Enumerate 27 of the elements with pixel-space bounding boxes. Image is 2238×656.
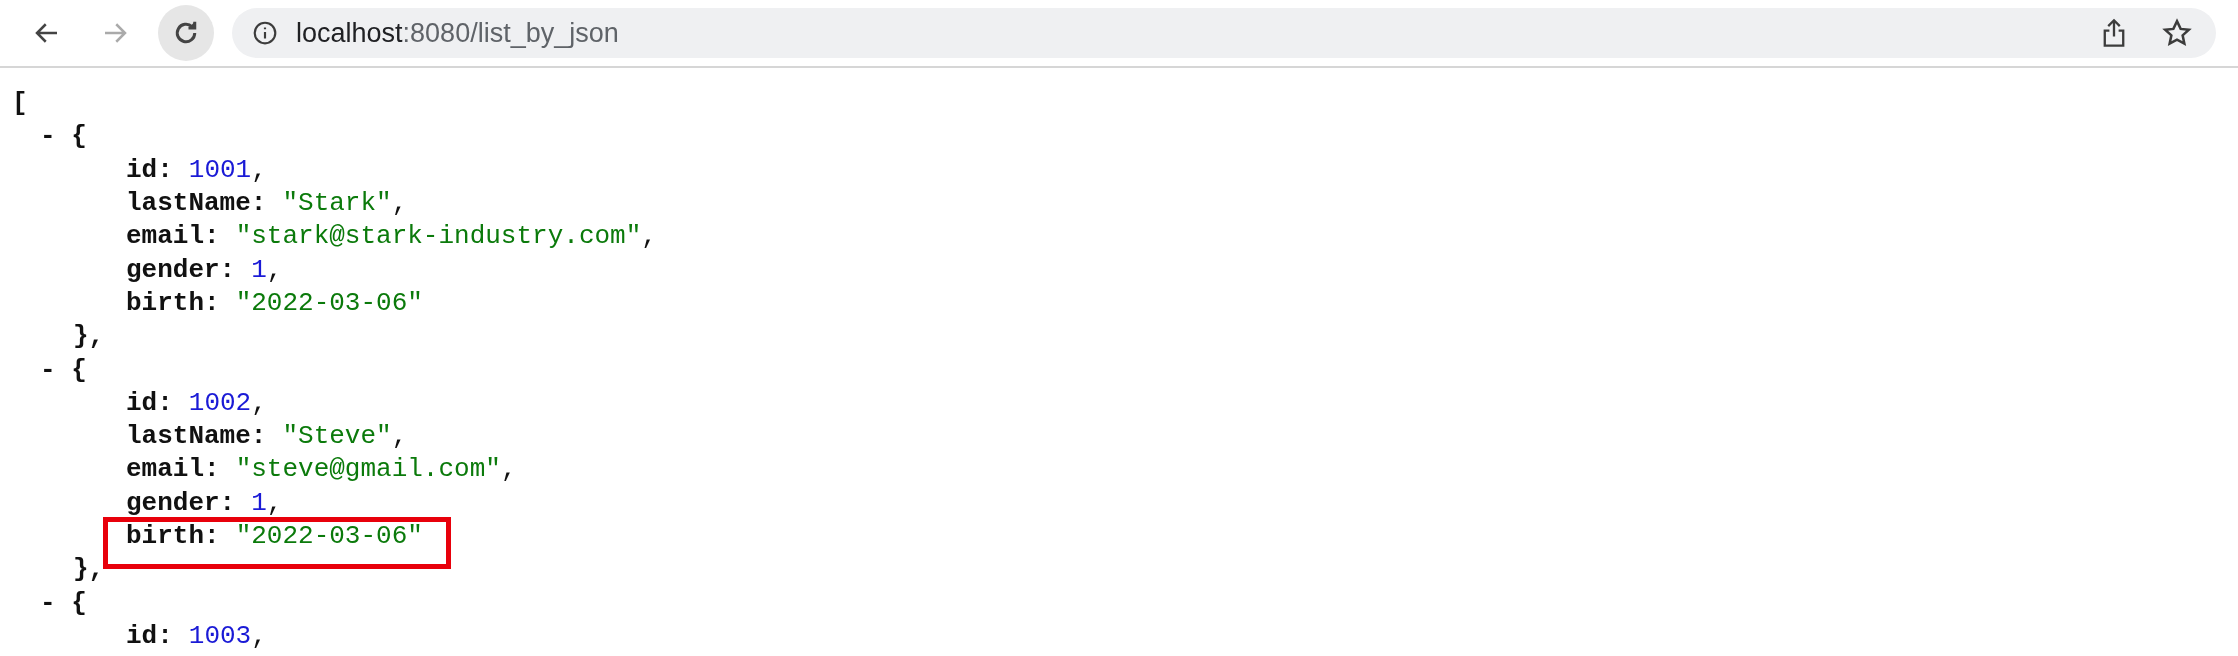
- comma: ,: [391, 420, 408, 454]
- comma: ,: [500, 453, 517, 487]
- url-text: localhost:8080/list_by_json: [296, 16, 619, 50]
- comma: ,: [251, 619, 267, 653]
- comma: ,: [266, 253, 283, 287]
- object-toggle[interactable]: - {: [40, 117, 87, 157]
- address-bar[interactable]: localhost:8080/list_by_json: [232, 8, 2216, 58]
- json-value: 1001: [188, 153, 252, 187]
- comma: ,: [266, 486, 283, 520]
- comma: ,: [391, 187, 408, 221]
- json-value: 1: [251, 486, 267, 520]
- share-icon[interactable]: [2102, 18, 2126, 48]
- json-value: "Stark": [282, 187, 392, 221]
- json-value: 1003: [188, 619, 252, 653]
- json-value: "Steve": [282, 420, 392, 454]
- json-value: "2022-03-06": [235, 286, 423, 320]
- reload-button[interactable]: [158, 5, 214, 61]
- comma: ,: [251, 386, 267, 420]
- json-value: 1002: [188, 386, 252, 420]
- star-icon[interactable]: [2162, 18, 2192, 48]
- json-value: "2022-03-06": [235, 520, 423, 553]
- bracket: [: [12, 87, 28, 121]
- comma: ,: [641, 220, 657, 254]
- json-key: id:: [126, 616, 173, 656]
- json-value: 1: [251, 253, 267, 287]
- comma: ,: [251, 153, 267, 187]
- info-icon: [252, 20, 278, 46]
